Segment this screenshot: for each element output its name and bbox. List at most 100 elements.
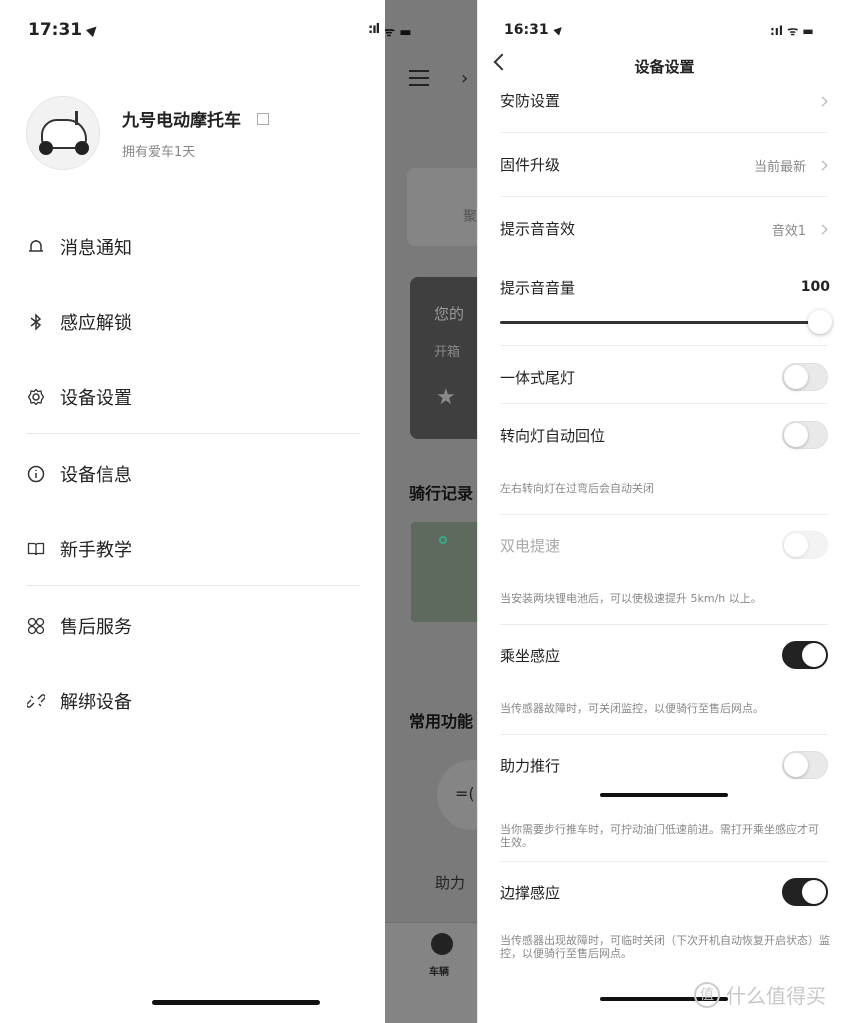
- setting-label: 提示音音量: [500, 279, 576, 297]
- profile-info: 九号电动摩托车 拥有爱车1天: [122, 106, 269, 160]
- vehicle-name-row: 九号电动摩托车: [122, 106, 269, 131]
- setting-sound-effect[interactable]: 提示音音效 音效1: [500, 218, 828, 242]
- vehicle-name: 九号电动摩托车: [122, 111, 241, 131]
- avatar[interactable]: [26, 96, 100, 170]
- menu-label: 售后服务: [60, 617, 132, 638]
- info-icon: [26, 464, 46, 484]
- tab-vehicle: 车辆: [429, 967, 449, 978]
- device-settings-screen: 16:31 :ıl ᯤ ▬ 设备设置 安防设置 固件升级 当前最新 提示音音效 …: [477, 0, 850, 1023]
- menu-label: 设备设置: [60, 388, 132, 409]
- menu-item-proximity-unlock[interactable]: 感应解锁: [26, 309, 132, 335]
- vehicle-card: 聚: [407, 168, 477, 246]
- status-icons: ᯤ ▬: [385, 25, 412, 40]
- gear-icon: [26, 387, 46, 407]
- turn-signal-toggle[interactable]: [782, 421, 828, 449]
- star-icon: ★: [436, 385, 456, 410]
- toggle-knob: [802, 880, 826, 904]
- chevron-right-icon: [817, 96, 828, 107]
- status-bar-time: 16:31: [504, 22, 565, 38]
- menu-item-after-sales[interactable]: 售后服务: [26, 613, 132, 639]
- push-assist-icon: =(: [455, 784, 475, 803]
- unlink-icon: [26, 691, 46, 711]
- toggle-knob: [784, 365, 808, 389]
- location-icon: [552, 24, 565, 36]
- signal-icon: :ıl: [368, 22, 380, 37]
- volume-value: 100: [800, 279, 830, 295]
- divider: [500, 514, 828, 515]
- setting-firmware[interactable]: 固件升级 当前最新: [500, 154, 828, 178]
- divider: [500, 196, 828, 197]
- setting-turn-signal-auto-return: 转向灯自动回位: [500, 421, 828, 451]
- side-drawer: 17:31 :ıl 九号电动摩托车 拥有爱车1天 消息通知 感应解锁 设备设置 …: [0, 0, 385, 1023]
- watermark-logo-icon: 值: [694, 981, 720, 1008]
- ownership-duration: 拥有爱车1天: [122, 145, 196, 160]
- menu-label: 设备信息: [60, 465, 132, 486]
- push-assist-toggle[interactable]: [782, 751, 828, 779]
- status-bar-time: 17:31: [28, 20, 101, 40]
- setting-label: 双电提速: [500, 537, 561, 555]
- divider: [500, 345, 828, 346]
- divider: [500, 734, 828, 735]
- setting-volume: 提示音音量: [500, 277, 828, 301]
- volume-slider-knob[interactable]: [808, 310, 832, 334]
- vehicle-tab-icon: [431, 933, 453, 955]
- ride-map-thumbnail: [411, 522, 477, 622]
- time-text: 17:31: [28, 20, 83, 40]
- setting-hint: 当安装两块锂电池后，可以使极速提升 5km/h 以上。: [500, 592, 762, 605]
- divider: [500, 861, 828, 862]
- promo-card: 您的 开箱 ★: [410, 277, 477, 439]
- toggle-knob: [802, 643, 826, 667]
- screenshot-root: 17:31 :ıl 九号电动摩托车 拥有爱车1天 消息通知 感应解锁 设备设置 …: [0, 0, 850, 1023]
- service-icon: [26, 616, 46, 636]
- setting-label: 一体式尾灯: [500, 369, 576, 387]
- divider: [500, 624, 828, 625]
- home-indicator: [600, 793, 728, 797]
- divider: [500, 132, 828, 133]
- menu-item-device-info[interactable]: 设备信息: [26, 461, 132, 487]
- dimmed-home-screen[interactable]: ᯤ ▬ › 聚 您的 开箱 ★ 骑行记录 常用功能 =( 助力 车辆: [385, 0, 477, 1023]
- menu-label: 感应解锁: [60, 313, 132, 334]
- setting-value: 音效1: [771, 224, 806, 239]
- watermark: 值 什么值得买: [694, 980, 826, 1009]
- setting-label: 固件升级: [500, 156, 561, 174]
- ride-record-title: 骑行记录: [409, 484, 474, 503]
- dual-battery-toggle[interactable]: [782, 531, 828, 559]
- scooter-handle: [75, 111, 85, 125]
- time-text: 16:31: [504, 22, 549, 38]
- menu-item-device-settings[interactable]: 设备设置: [26, 384, 132, 410]
- divider: [26, 433, 360, 434]
- setting-dual-battery-boost: 双电提速: [500, 531, 828, 561]
- setting-label: 转向灯自动回位: [500, 427, 606, 445]
- menu-item-notifications[interactable]: 消息通知: [26, 234, 132, 260]
- setting-label: 乘坐感应: [500, 647, 561, 665]
- toggle-knob: [784, 753, 808, 777]
- edit-icon[interactable]: [257, 112, 269, 125]
- chevron-right-icon: [817, 160, 828, 171]
- menu-item-unbind-device[interactable]: 解绑设备: [26, 688, 132, 714]
- menu-label: 解绑设备: [60, 692, 132, 713]
- close-icon: ›: [461, 68, 469, 89]
- volume-slider[interactable]: [500, 321, 830, 324]
- toggle-knob: [784, 533, 808, 557]
- common-functions-title: 常用功能: [409, 712, 474, 731]
- promo-title: 您的: [434, 305, 465, 323]
- location-icon: [86, 22, 101, 38]
- setting-label: 边撑感应: [500, 884, 561, 902]
- setting-hint: 当传感器故障时，可关闭监控，以便骑行至售后网点。: [500, 702, 764, 715]
- setting-security[interactable]: 安防设置: [500, 90, 828, 114]
- home-indicator: [152, 1000, 320, 1005]
- bluetooth-icon: [26, 312, 46, 332]
- kickstand-sensor-toggle[interactable]: [782, 878, 828, 906]
- seat-sensor-toggle[interactable]: [782, 641, 828, 669]
- menu-item-tutorial[interactable]: 新手教学: [26, 536, 132, 562]
- setting-seat-sensor: 乘坐感应: [500, 641, 828, 671]
- profile-header[interactable]: 九号电动摩托车 拥有爱车1天: [26, 96, 269, 170]
- promo-subtitle: 开箱: [434, 345, 461, 360]
- divider: [500, 403, 828, 404]
- bell-icon: [26, 237, 46, 257]
- divider: [26, 585, 360, 586]
- scooter-wheel: [39, 141, 53, 155]
- taillight-toggle[interactable]: [782, 363, 828, 391]
- book-icon: [26, 539, 46, 559]
- setting-push-assist: 助力推行: [500, 751, 828, 781]
